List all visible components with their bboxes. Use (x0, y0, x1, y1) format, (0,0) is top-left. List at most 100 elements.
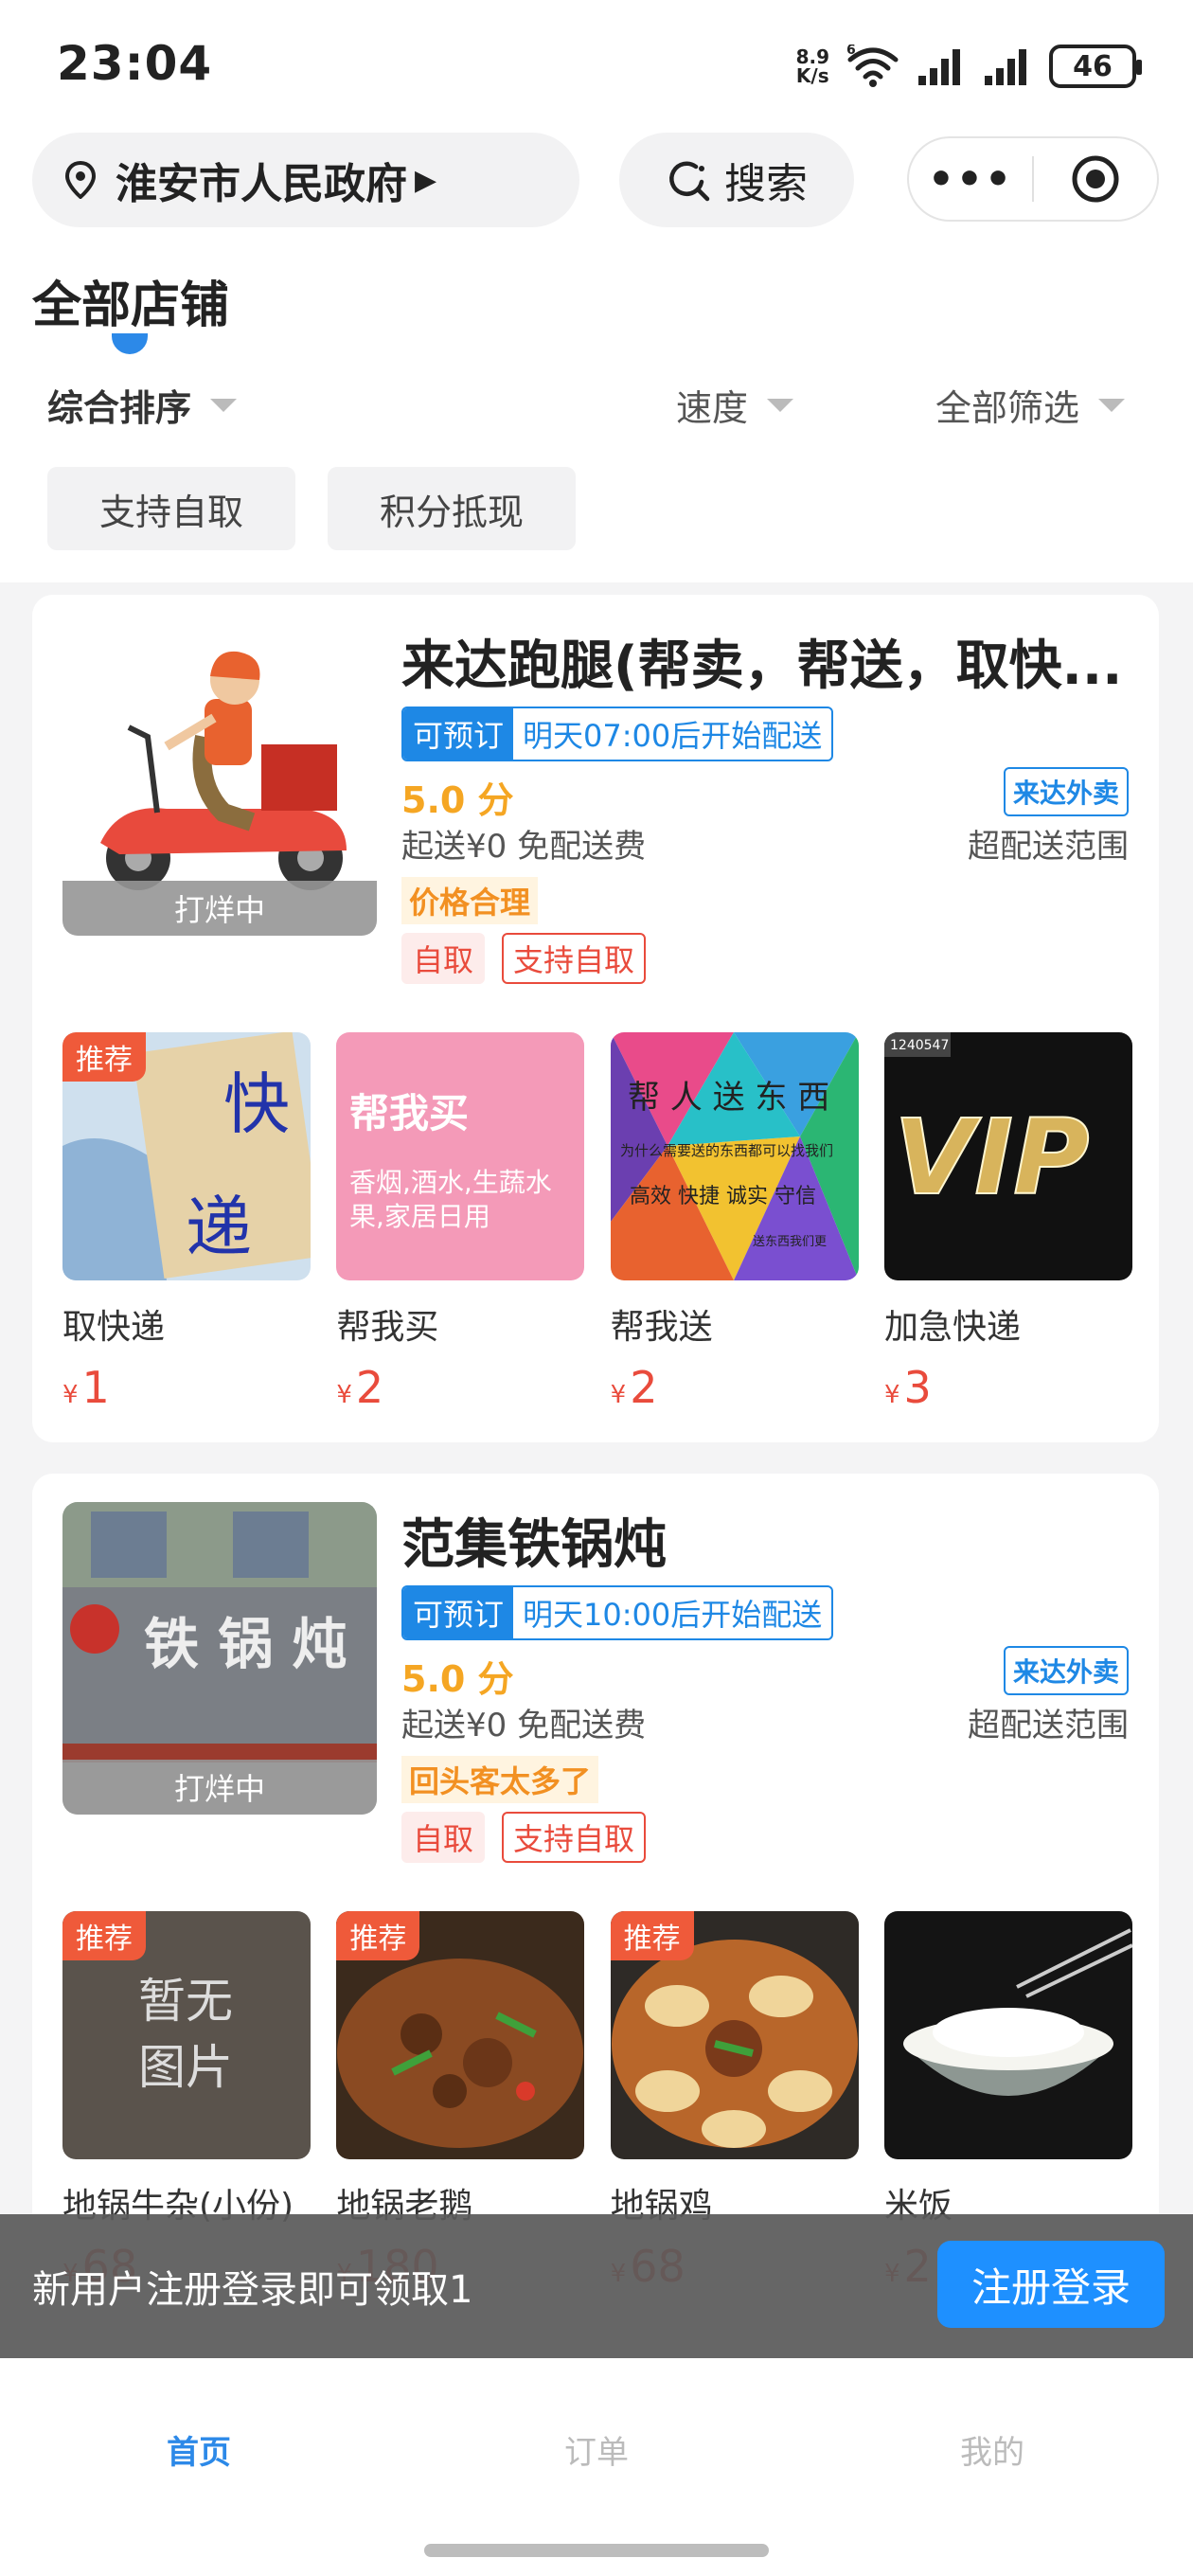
section-title: 全部店铺 (32, 277, 230, 334)
closed-overlay: 打烊中 (62, 1760, 377, 1815)
location-pin-icon (64, 161, 97, 199)
store-image: 打烊中 (62, 623, 377, 936)
nav-bar: 淮安市人民政府 ▶ 搜索 ••• (0, 133, 1193, 246)
store-name: 范集铁锅炖 (401, 1514, 667, 1576)
svg-text:VIP: VIP (894, 1097, 1090, 1218)
closed-overlay: 打烊中 (62, 881, 377, 936)
tag-support-pickup: 支持自取 (502, 933, 647, 984)
miniapp-capsule: ••• (907, 136, 1159, 222)
svg-text:快: 快 (223, 1065, 290, 1143)
tag-support-pickup: 支持自取 (502, 1812, 647, 1863)
banner-text: 新用户注册登录即可领取1 (32, 2268, 473, 2312)
product-image: 帮 人 送 东 西 为什么需要送的东西都可以找我们 高效 快捷 诚实 守信 送东… (610, 1032, 859, 1280)
dropdown-arrow-icon (210, 398, 238, 412)
product-name: 帮我送 (610, 1308, 713, 1347)
register-login-button[interactable]: 注册登录 (937, 2241, 1165, 2328)
svg-text:6: 6 (846, 45, 856, 58)
home-indicator[interactable] (424, 2544, 769, 2557)
store-tags: 自取 支持自取 (401, 933, 647, 984)
svg-text:帮 人 送 东 西: 帮 人 送 东 西 (628, 1079, 829, 1117)
title-indicator (112, 333, 148, 354)
recommend-badge: 推荐 (62, 1911, 146, 1960)
wifi-icon: 6 (846, 45, 899, 87)
tab-profile[interactable]: 我的 (888, 2426, 1096, 2473)
product-item[interactable]: 1240547 VIP 加急快递 ¥3 (883, 1032, 1132, 1413)
store-tags: 自取 支持自取 (401, 1812, 647, 1863)
product-image: 推荐 (610, 1911, 859, 2159)
product-image: 推荐 快 递 (62, 1032, 311, 1280)
brand-badge: 来达外卖 (1003, 767, 1129, 816)
chip-self-pickup[interactable]: 支持自取 (47, 467, 295, 550)
caret-right-icon: ▶ (415, 163, 437, 197)
highlight-tag: 回头客太多了 (401, 1756, 599, 1803)
product-name: 取快递 (62, 1308, 166, 1347)
svg-text:1240547: 1240547 (890, 1038, 949, 1053)
product-item[interactable]: 帮我买 香烟,酒水,生蔬水 果,家居日用 帮我买 ¥2 (336, 1032, 585, 1413)
store-list-header: 全部店铺 综合排序 速度 全部筛选 支持自取 积分抵现 (0, 246, 1193, 582)
svg-text:铁 锅 炖: 铁 锅 炖 (144, 1612, 347, 1676)
preorder-badge: 可预订 明天10:00后开始配送 (401, 1585, 834, 1640)
brand-badge: 来达外卖 (1003, 1646, 1129, 1695)
tab-orders[interactable]: 订单 (492, 2426, 701, 2473)
product-image: 1240547 VIP (883, 1032, 1132, 1280)
store-card[interactable]: 打烊中 来达跑腿(帮卖，帮送，取快... 可预订 明天07:00后开始配送 5.… (32, 595, 1159, 1442)
range-status: 超配送范围 (968, 828, 1129, 866)
network-speed: 8.9 K/s (795, 45, 829, 87)
tag-pickup: 自取 (401, 933, 486, 984)
product-price: ¥3 (883, 1362, 932, 1413)
sort-row: 综合排序 速度 全部筛选 (0, 379, 1193, 455)
target-icon (1072, 155, 1119, 203)
store-rating: 5.0 分 (401, 779, 514, 821)
battery-icon: 46 (1049, 45, 1142, 88)
svg-text:暂无: 暂无 (138, 1974, 233, 2029)
store-image: 铁 锅 炖 打烊中 (62, 1502, 377, 1815)
recommend-badge: 推荐 (336, 1911, 420, 1960)
status-icons: 8.9 K/s 6 46 (795, 38, 1142, 95)
bottom-tab-bar: 首页 订单 我的 (0, 2358, 1193, 2576)
filter-all[interactable]: 全部筛选 (935, 379, 1126, 431)
tab-home[interactable]: 首页 (95, 2426, 303, 2473)
highlight-tag: 价格合理 (401, 877, 539, 924)
sort-comprehensive[interactable]: 综合排序 (47, 379, 238, 431)
delivery-info: 起送¥0 免配送费 (401, 828, 647, 866)
sort-speed[interactable]: 速度 (676, 379, 794, 431)
product-row: 推荐 快 递 取快递 ¥1 帮我买 香烟,酒水,生蔬水 果,家居日用 帮我买 ¥… (62, 1032, 1132, 1413)
svg-text:高效 快捷 诚实 守信: 高效 快捷 诚实 守信 (630, 1185, 816, 1208)
svg-text:图片: 图片 (138, 2040, 233, 2095)
more-menu-button[interactable]: ••• (909, 155, 1032, 204)
location-text: 淮安市人民政府 (116, 160, 407, 208)
svg-text:香烟,酒水,生蔬水: 香烟,酒水,生蔬水 (349, 1167, 552, 1198)
delivery-info: 起送¥0 免配送费 (401, 1707, 647, 1744)
dropdown-arrow-icon (767, 398, 794, 412)
store-name: 来达跑腿(帮卖，帮送，取快... (401, 635, 1123, 697)
status-bar: 23:04 8.9 K/s 6 46 (0, 0, 1193, 133)
close-miniapp-button[interactable] (1034, 154, 1157, 204)
svg-text:为什么需要送的东西都可以找我们: 为什么需要送的东西都可以找我们 (620, 1142, 833, 1159)
product-image: 推荐 (336, 1911, 585, 2159)
search-button[interactable]: 搜索 (619, 133, 854, 227)
product-item[interactable]: 推荐 快 递 取快递 ¥1 (62, 1032, 311, 1413)
recommend-badge: 推荐 (610, 1911, 694, 1960)
login-promo-banner: 新用户注册登录即可领取1 注册登录 (0, 2214, 1193, 2358)
dropdown-arrow-icon (1098, 398, 1126, 412)
svg-text:送东西我们更: 送东西我们更 (753, 1235, 827, 1249)
product-item[interactable]: 帮 人 送 东 西 为什么需要送的东西都可以找我们 高效 快捷 诚实 守信 送东… (610, 1032, 859, 1413)
product-image: 帮我买 香烟,酒水,生蔬水 果,家居日用 (336, 1032, 585, 1280)
signal-icon-2 (985, 49, 1026, 85)
store-card[interactable]: 铁 锅 炖 打烊中 范集铁锅炖 可预订 明天10:00后开始配送 5.0 分 来… (32, 1474, 1159, 2326)
product-price: ¥1 (62, 1362, 110, 1413)
location-selector[interactable]: 淮安市人民政府 ▶ (32, 133, 579, 227)
product-name: 加急快递 (883, 1308, 1021, 1347)
chip-points[interactable]: 积分抵现 (328, 467, 576, 550)
svg-text:果,家居日用: 果,家居日用 (349, 1201, 490, 1232)
signal-icon (918, 49, 960, 85)
svg-text:递: 递 (186, 1189, 252, 1266)
preorder-badge: 可预订 明天07:00后开始配送 (401, 707, 834, 761)
product-image: 推荐 暂无 图片 (62, 1911, 311, 2159)
range-status: 超配送范围 (968, 1707, 1129, 1744)
product-name: 帮我买 (336, 1308, 439, 1347)
status-time: 23:04 (57, 36, 213, 91)
store-rating: 5.0 分 (401, 1658, 514, 1700)
product-price: ¥2 (610, 1362, 658, 1413)
tag-pickup: 自取 (401, 1812, 486, 1863)
